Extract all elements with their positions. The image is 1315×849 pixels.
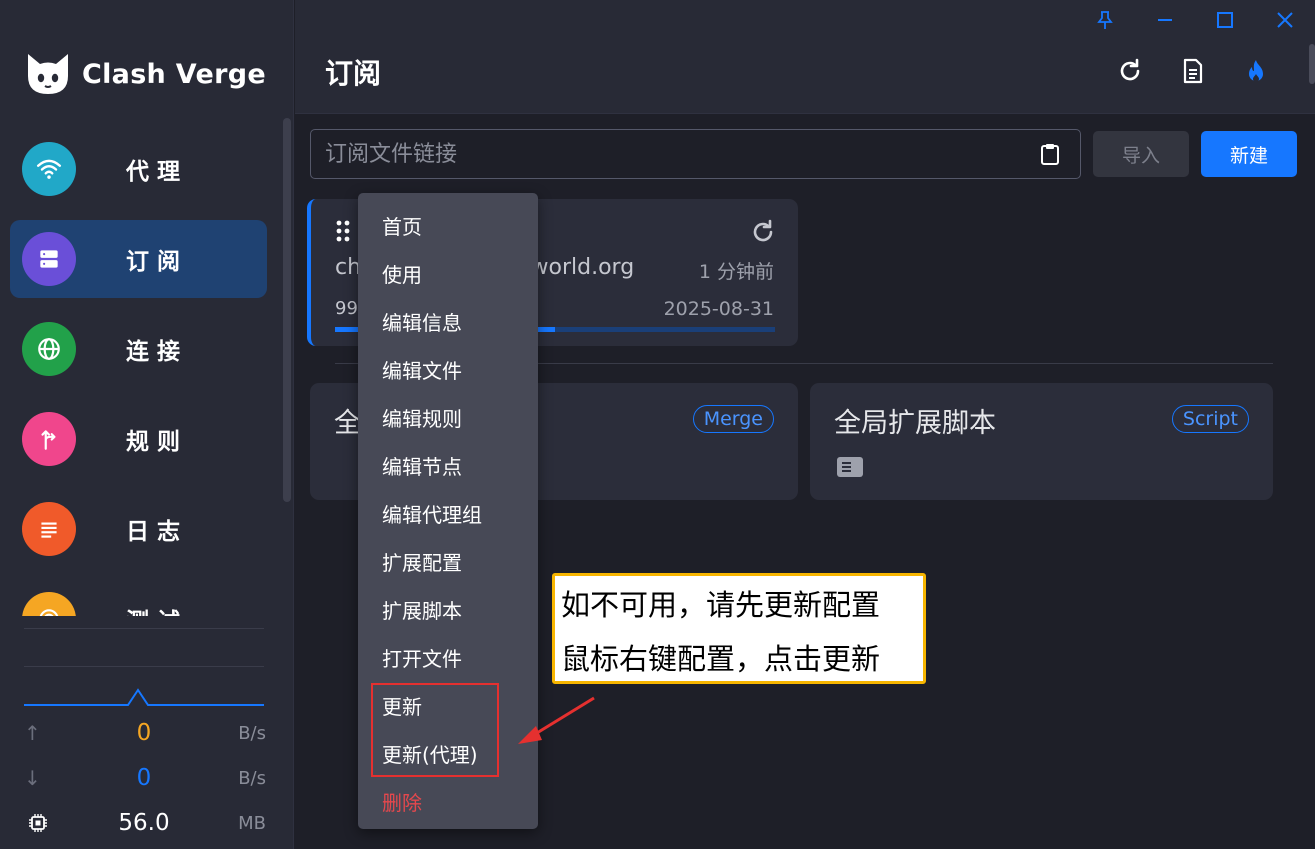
memory-usage: 56.0 MB [24,808,266,838]
download-value: 0 [136,765,152,791]
update-highlight-box [371,683,499,777]
refresh-icon[interactable] [749,218,777,246]
minimize-button[interactable] [1151,6,1179,34]
menu-item-extend-config[interactable]: 扩展配置 [382,547,462,576]
new-button[interactable]: 新建 [1201,131,1297,177]
sidebar-item-logs[interactable]: 日志 [10,490,267,568]
sidebar-scrollbar[interactable] [283,118,291,502]
menu-item-use[interactable]: 使用 [382,259,422,288]
arrow-up-icon: ↑ [24,721,41,745]
app-name: Clash Verge [82,58,266,90]
sidebar-item-test[interactable]: 测试 [10,580,267,616]
sidebar-item-label: 订阅 [126,249,188,275]
merge-tag: Merge [692,405,774,433]
upload-value: 0 [136,720,152,746]
app-logo: Clash Verge [24,50,266,98]
cat-logo-icon [28,54,68,94]
maximize-icon [1217,12,1233,28]
menu-item-edit-proxy-groups[interactable]: 编辑代理组 [382,499,482,528]
server-icon [22,232,76,286]
memory-unit: MB [238,812,266,834]
menu-item-edit-file[interactable]: 编辑文件 [382,355,462,384]
refresh-all-button[interactable] [1113,54,1147,88]
pin-button[interactable] [1091,6,1119,34]
sidebar-item-proxy[interactable]: 代理 [10,130,267,208]
wifi-icon [22,142,76,196]
page-title: 订阅 [325,57,382,90]
sidebar-item-label: 规则 [126,429,188,455]
profile-usage: 99 [335,298,358,319]
chip-icon [29,814,47,832]
annotation-line-1: 如不可用，请先更新配置 [561,588,881,622]
upload-unit: B/s [238,722,266,744]
divider [24,666,264,667]
menu-item-open-file[interactable]: 打开文件 [382,643,462,672]
script-card-title: 全局扩展脚本 [834,408,996,439]
annotation-note: 如不可用，请先更新配置 鼠标右键配置，点击更新 [552,573,926,684]
header: 订阅 [295,0,1315,114]
radar-icon [22,592,76,616]
menu-item-edit-rules[interactable]: 编辑规则 [382,403,462,432]
drag-handle-icon[interactable] [335,219,351,243]
url-field[interactable] [325,130,1025,178]
script-tag: Script [1171,405,1249,433]
minimize-icon [1158,19,1172,21]
profile-expire-date: 2025-08-31 [663,298,774,320]
log-icon [22,502,76,556]
menu-item-edit-info[interactable]: 编辑信息 [382,307,462,336]
download-unit: B/s [238,767,266,789]
merge-card-title: 全 [334,408,361,439]
menu-item-extend-script[interactable]: 扩展脚本 [382,595,462,624]
globe-icon [22,322,76,376]
annotation-line-2: 鼠标右键配置，点击更新 [561,642,881,676]
download-speed: ↓ 0 B/s [24,763,266,793]
sidebar-item-label: 连接 [126,339,188,365]
fire-icon [1249,60,1263,82]
profile-updated-time: 1 分钟前 [698,261,774,283]
upload-speed: ↑ 0 B/s [24,718,266,748]
sidebar-item-subscription[interactable]: 订阅 [10,220,267,298]
menu-item-edit-nodes[interactable]: 编辑节点 [382,451,462,480]
feed-icon [837,457,863,477]
script-card[interactable]: 全局扩展脚本 Script [810,383,1273,500]
close-icon [1277,12,1293,28]
close-button[interactable] [1271,6,1299,34]
sidebar-item-rules[interactable]: 规则 [10,400,267,478]
sidebar-nav: 代理 订阅 连接 规则 日志 [10,124,268,616]
maximize-button[interactable] [1211,6,1239,34]
menu-item-home[interactable]: 首页 [382,211,422,240]
subscription-url-input[interactable] [310,129,1081,179]
sidebar-item-connections[interactable]: 连接 [10,310,267,388]
divider [24,628,264,629]
page-scrollbar[interactable] [1309,44,1315,84]
sidebar-item-label: 代理 [126,159,188,185]
clipboard-icon[interactable] [1038,142,1062,166]
sidebar-item-label: 日志 [126,519,188,545]
menu-item-delete[interactable]: 删除 [382,787,422,816]
reactivate-button[interactable] [1239,54,1273,88]
route-icon [22,412,76,466]
annotation-arrow-icon [518,696,595,744]
refresh-icon [1120,58,1140,81]
traffic-graph [24,688,264,706]
pin-icon [1097,11,1113,29]
sidebar-item-label: 测试 [126,602,188,616]
arrow-down-icon: ↓ [24,766,41,790]
text-mode-button[interactable] [1176,54,1210,88]
memory-value: 56.0 [118,810,170,836]
sidebar: Clash Verge 代理 订阅 连接 规则 日志 ↑ 0 B/s ↓ 0 B… [0,0,294,849]
import-button[interactable]: 导入 [1093,131,1189,177]
document-icon [1183,58,1203,84]
